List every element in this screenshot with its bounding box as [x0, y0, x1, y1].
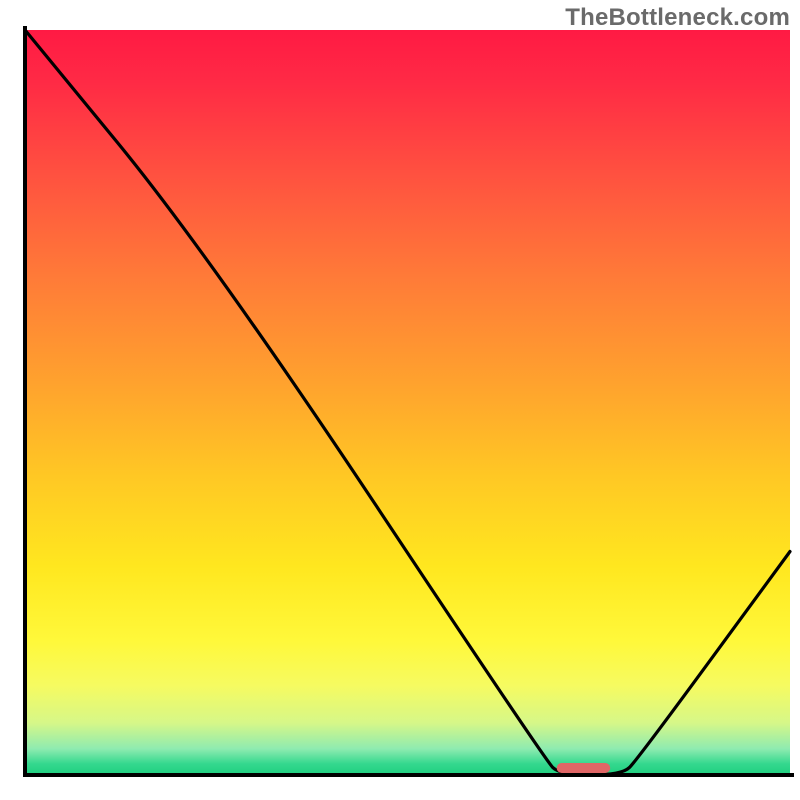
plot-background — [25, 30, 790, 775]
optimal-marker — [557, 763, 611, 773]
chart-svg — [0, 0, 800, 800]
watermark-label: TheBottleneck.com — [565, 4, 790, 32]
chart-container: { "watermark": "TheBottleneck.com", "gra… — [0, 0, 800, 800]
